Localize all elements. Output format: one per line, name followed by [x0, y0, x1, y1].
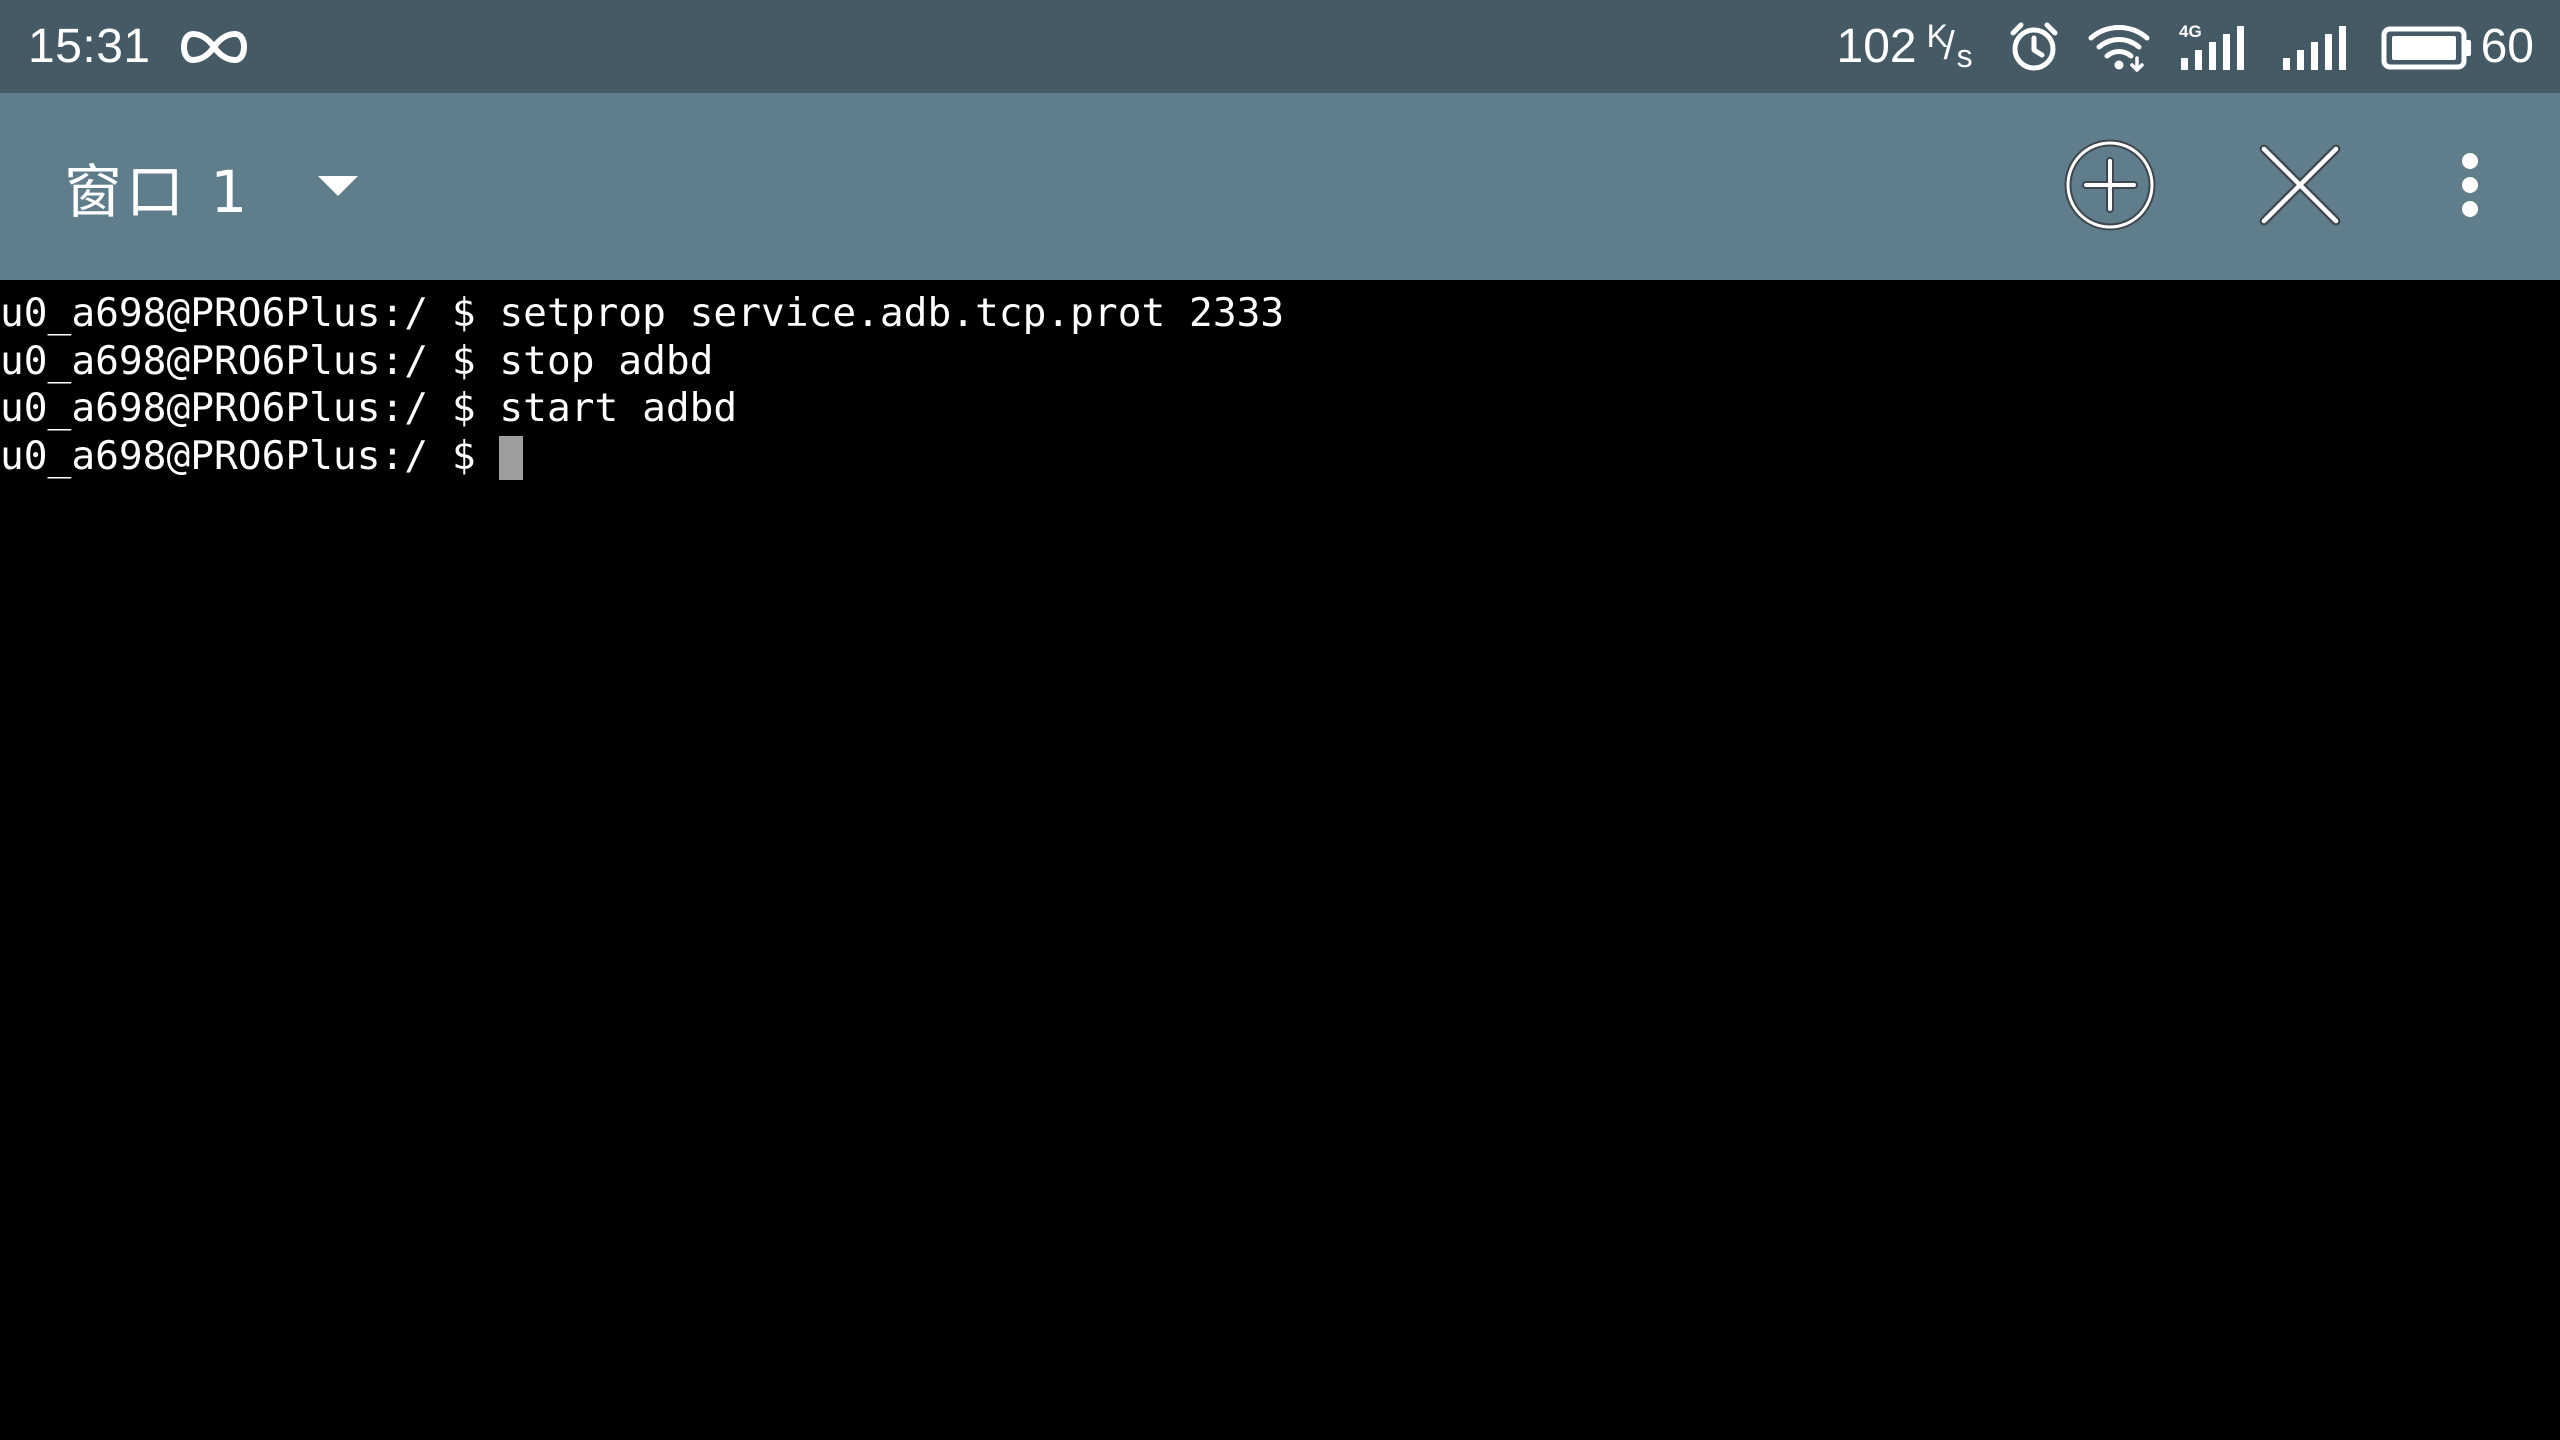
- status-time: 15:31: [28, 20, 151, 73]
- network-speed: 102 K / s: [1836, 18, 1979, 74]
- terminal-line: u0_a698@PRO6Plus:/ $ setprop service.adb…: [0, 290, 1285, 336]
- terminal-cursor: [499, 435, 524, 480]
- status-left: 15:31: [28, 0, 247, 93]
- cellular-signal-icon: [2279, 20, 2355, 74]
- infinity-icon: [180, 30, 247, 64]
- network-type-label: 4G: [2179, 22, 2202, 41]
- screen: 15:31 102 K / s 4G 60 窗口 1 u0_a698@PRO6P…: [0, 0, 2560, 1440]
- battery-level: 60: [2480, 20, 2534, 73]
- network-speed-unit-slash: /: [1943, 23, 1955, 68]
- close-icon: [2258, 143, 2342, 231]
- add-window-button[interactable]: [2050, 93, 2170, 280]
- dropdown-arrow-icon: [318, 176, 358, 196]
- wifi-icon: [2087, 20, 2151, 74]
- close-window-button[interactable]: [2240, 93, 2360, 280]
- network-speed-unit: K / s: [1927, 18, 1979, 74]
- network-speed-value: 102: [1836, 20, 1917, 73]
- add-circle-icon: [2062, 137, 2158, 237]
- window-selector-dropdown[interactable]: 窗口 1: [64, 93, 384, 280]
- more-vert-icon: [2458, 149, 2482, 225]
- status-right: 102 K / s 4G 60: [1837, 0, 2534, 93]
- terminal-line: u0_a698@PRO6Plus:/ $ start adbd: [0, 385, 738, 431]
- network-speed-unit-s: s: [1956, 37, 1973, 74]
- alarm-icon: [2007, 20, 2061, 74]
- battery-icon: [2381, 20, 2473, 74]
- window-title: 窗口 1: [64, 157, 252, 226]
- overflow-menu-button[interactable]: [2440, 93, 2500, 280]
- action-bar: 窗口 1: [0, 93, 2560, 280]
- terminal-prompt-line[interactable]: u0_a698@PRO6Plus:/ $: [0, 433, 2560, 481]
- terminal-view[interactable]: u0_a698@PRO6Plus:/ $ setprop service.adb…: [0, 280, 2560, 1440]
- status-bar: 15:31 102 K / s 4G 60: [0, 0, 2560, 93]
- cellular-4g-signal-icon: 4G: [2177, 20, 2253, 74]
- terminal-prompt: u0_a698@PRO6Plus:/ $: [0, 432, 500, 479]
- terminal-line: u0_a698@PRO6Plus:/ $ stop adbd: [0, 337, 714, 384]
